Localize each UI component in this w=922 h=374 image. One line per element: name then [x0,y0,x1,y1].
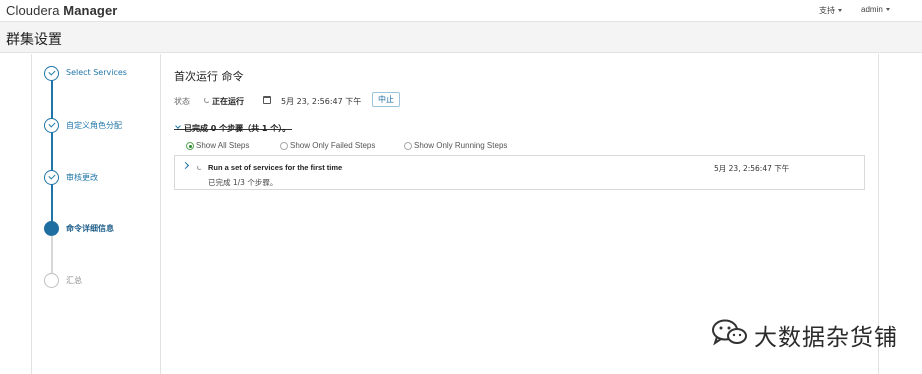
radio-icon [280,142,288,150]
user-menu-label: admin [861,5,883,14]
support-menu[interactable]: 支持 [819,5,842,16]
user-menu[interactable]: admin [861,5,890,14]
filter-label: Show Only Running Steps [414,141,508,150]
spinner-icon [204,97,210,103]
app-logo[interactable]: Cloudera Manager [6,3,117,18]
check-circle-icon [44,170,59,185]
wizard-step-label: 审核更改 [66,173,98,182]
empty-circle-icon [44,273,59,288]
step-connector-pending [51,236,53,274]
wechat-icon [712,319,747,346]
step-title[interactable]: Run a set of services for the first time [208,163,342,172]
status-value: 正在运行 [212,97,244,106]
steps-summary-toggle[interactable]: 已完成 0 个步骤（共 1 个）。 [174,118,293,133]
wizard-step-label: Select Services [66,68,127,77]
support-menu-label: 支持 [819,6,835,15]
filter-label: Show Only Failed Steps [290,141,376,150]
brand-light: Cloudera [6,3,60,18]
steps-summary: 已完成 0 个步骤（共 1 个）。 [184,124,291,133]
radio-icon [404,142,412,150]
filter-label: Show All Steps [196,141,250,150]
command-title: 首次运行 命令 [174,70,244,83]
watermark-text: 大数据杂货铺 [754,325,898,351]
brand-bold: Manager [63,3,118,18]
spinner-icon [197,165,202,170]
step-time: 5月 23, 2:56:47 下午 [714,164,790,173]
status-label: 状态 [174,97,190,106]
step-progress: 已完成 1/3 个步骤。 [208,178,278,187]
page-title: 群集设置 [6,32,62,48]
chevron-down-icon [885,8,890,12]
calendar-icon [263,96,271,104]
wizard-step-label: 汇总 [66,276,82,285]
check-circle-icon [44,118,59,133]
wizard-step-label: 自定义角色分配 [66,121,122,130]
page-header: 群集设置 [0,22,922,53]
top-navbar: Cloudera Manager 支持 admin [0,0,922,22]
check-circle-icon [44,66,59,81]
chevron-right-icon[interactable] [181,161,190,170]
start-time: 5月 23, 2:56:47 下午 [281,97,362,106]
steps-table: Run a set of services for the first time… [174,155,865,190]
chevron-down-icon [175,122,181,129]
abort-button[interactable]: 中止 [372,92,400,107]
chevron-down-icon [838,9,842,13]
step-connector-done [51,80,53,228]
active-step-dot-icon [44,221,59,236]
radio-selected-icon [186,142,194,150]
wizard-step-label: 命令详细信息 [66,224,114,233]
